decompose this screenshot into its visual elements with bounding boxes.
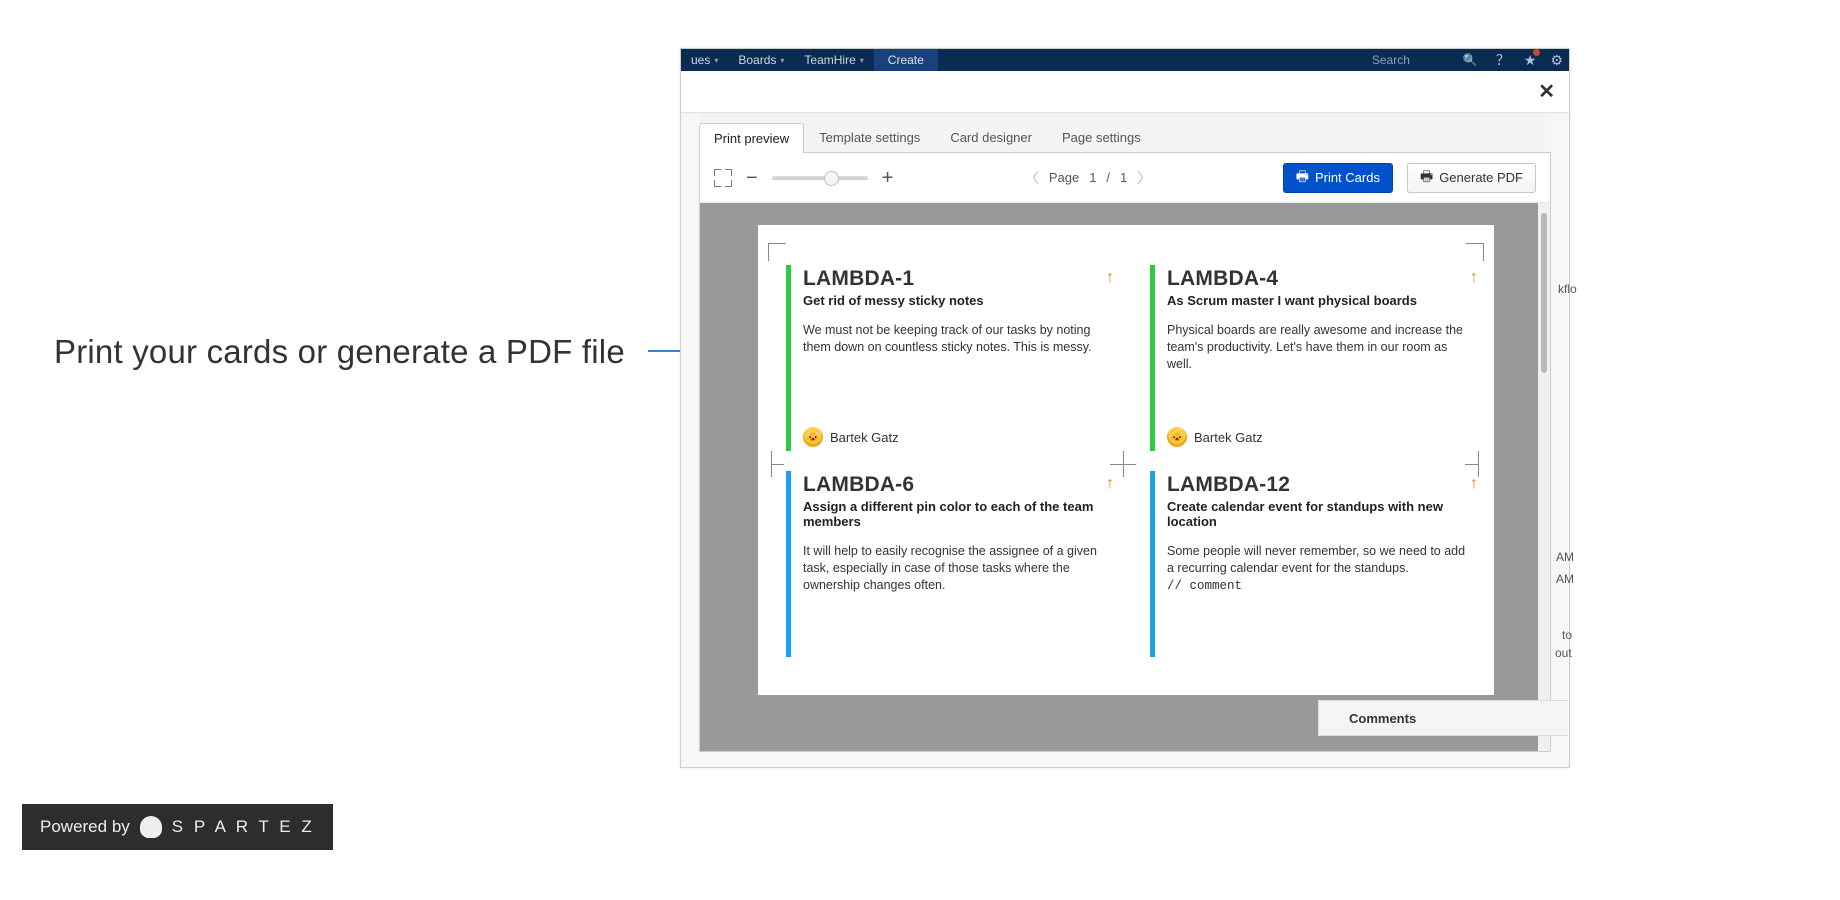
page-prev[interactable]: 〈 bbox=[1025, 168, 1039, 188]
avatar: 🐱 bbox=[1167, 427, 1187, 447]
preview-page: ↑ LAMBDA-1 Get rid of messy sticky notes… bbox=[758, 225, 1494, 695]
print-cards-button[interactable]: 🖶 Print Cards bbox=[1283, 163, 1393, 193]
comments-header: Comments bbox=[1318, 700, 1568, 736]
priority-icon: ↑ bbox=[1470, 475, 1478, 493]
create-button[interactable]: Create bbox=[874, 49, 938, 71]
crop-mark bbox=[1466, 243, 1484, 261]
page-next[interactable]: 〉 bbox=[1137, 168, 1151, 188]
nav-boards[interactable]: Boards▾ bbox=[728, 49, 794, 71]
bg-text: AM bbox=[1556, 550, 1574, 564]
zoom-slider[interactable] bbox=[772, 176, 868, 180]
bg-text: kflo bbox=[1558, 282, 1577, 296]
card: ↑ LAMBDA-1 Get rid of messy sticky notes… bbox=[786, 265, 1120, 451]
modal-body: Print preview Template settings Card des… bbox=[681, 113, 1569, 767]
bg-text: AM bbox=[1556, 572, 1574, 586]
star-icon[interactable]: ★ bbox=[1524, 52, 1537, 69]
jira-topbar: ues▾ Boards▾ TeamHire▾ Create Search 🔍 ？… bbox=[681, 49, 1569, 71]
footer-badge: Powered by S P A R T E Z bbox=[22, 804, 333, 850]
bg-text: out bbox=[1555, 646, 1572, 660]
page-total: 1 bbox=[1120, 170, 1127, 185]
card-summary: Assign a different pin color to each of … bbox=[803, 499, 1110, 529]
card-desc: We must not be keeping track of our task… bbox=[803, 322, 1110, 356]
crop-mark bbox=[768, 243, 786, 261]
card-assignee: 🐱 Bartek Gatz bbox=[1167, 427, 1263, 447]
avatar: 🐱 bbox=[803, 427, 823, 447]
priority-icon: ↑ bbox=[1106, 269, 1114, 287]
page-label: Page bbox=[1049, 170, 1079, 185]
card-assignee: 🐱 Bartek Gatz bbox=[803, 427, 899, 447]
pager: 〈 Page 1 / 1 〉 bbox=[1025, 168, 1151, 188]
nav-issues[interactable]: ues▾ bbox=[681, 49, 728, 71]
marketing-caption: Print your cards or generate a PDF file bbox=[54, 333, 625, 371]
card: ↑ LAMBDA-4 As Scrum master I want physic… bbox=[1150, 265, 1484, 451]
zoom-in-button[interactable]: + bbox=[882, 168, 894, 188]
nav-teamhire[interactable]: TeamHire▾ bbox=[794, 49, 873, 71]
generate-pdf-button[interactable]: 🖶 Generate PDF bbox=[1407, 163, 1536, 193]
card: ↑ LAMBDA-12 Create calendar event for st… bbox=[1150, 471, 1484, 657]
preview-scroll-area[interactable]: ↑ LAMBDA-1 Get rid of messy sticky notes… bbox=[700, 203, 1538, 751]
bg-text: to bbox=[1562, 628, 1572, 642]
scrollbar-thumb[interactable] bbox=[1541, 213, 1547, 373]
card-key: LAMBDA-6 bbox=[803, 473, 1110, 497]
card-summary: Get rid of messy sticky notes bbox=[803, 293, 1110, 308]
powered-by-label: Powered by bbox=[40, 817, 130, 837]
tab-template-settings[interactable]: Template settings bbox=[804, 122, 935, 152]
close-icon[interactable]: ✕ bbox=[1538, 82, 1555, 102]
card-desc: Physical boards are really awesome and i… bbox=[1167, 322, 1474, 373]
gear-icon[interactable]: ⚙ bbox=[1550, 52, 1563, 69]
pdf-icon: 🖶 bbox=[1420, 166, 1433, 190]
printer-icon: 🖶 bbox=[1296, 166, 1309, 190]
card-key: LAMBDA-12 bbox=[1167, 473, 1474, 497]
page-current: 1 bbox=[1089, 170, 1096, 185]
card-key: LAMBDA-1 bbox=[803, 267, 1110, 291]
preview-toolbar: − + 〈 Page 1 / 1 〉 🖶 Print Cards bbox=[700, 153, 1550, 203]
priority-icon: ↑ bbox=[1106, 475, 1114, 493]
spartez-brand: S P A R T E Z bbox=[172, 817, 315, 837]
tab-print-preview[interactable]: Print preview bbox=[699, 123, 804, 153]
search-input[interactable]: Search 🔍 bbox=[1372, 53, 1482, 67]
spartez-logo-icon bbox=[140, 816, 162, 838]
search-icon: 🔍 bbox=[1463, 53, 1478, 67]
card-key: LAMBDA-4 bbox=[1167, 267, 1474, 291]
app-window: ues▾ Boards▾ TeamHire▾ Create Search 🔍 ？… bbox=[680, 48, 1570, 768]
card-summary: Create calendar event for standups with … bbox=[1167, 499, 1474, 529]
scrollbar[interactable] bbox=[1538, 203, 1550, 751]
tab-bar: Print preview Template settings Card des… bbox=[699, 114, 1551, 153]
page-sep: / bbox=[1106, 170, 1110, 185]
print-preview-panel: − + 〈 Page 1 / 1 〉 🖶 Print Cards bbox=[699, 153, 1551, 752]
card-desc: It will help to easily recognise the ass… bbox=[803, 543, 1110, 594]
priority-icon: ↑ bbox=[1470, 269, 1478, 287]
tab-card-designer[interactable]: Card designer bbox=[935, 122, 1047, 152]
card-summary: As Scrum master I want physical boards bbox=[1167, 293, 1474, 308]
zoom-out-button[interactable]: − bbox=[746, 168, 758, 188]
modal-header: ✕ bbox=[681, 71, 1569, 113]
fit-icon[interactable] bbox=[714, 169, 732, 187]
tab-page-settings[interactable]: Page settings bbox=[1047, 122, 1156, 152]
card-desc: Some people will never remember, so we n… bbox=[1167, 543, 1474, 595]
card: ↑ LAMBDA-6 Assign a different pin color … bbox=[786, 471, 1120, 657]
help-icon[interactable]: ？ bbox=[1496, 50, 1510, 70]
